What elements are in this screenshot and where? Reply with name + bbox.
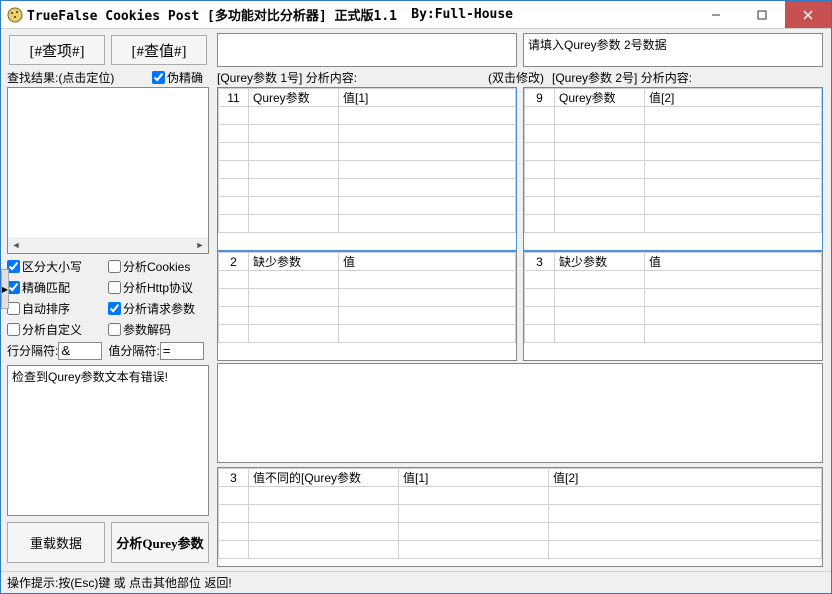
grid2-header: [Qurey参数 2号] 分析内容: [552,69,823,86]
lookup-key-button[interactable]: [#查项#] [9,35,105,65]
reqparam-checkbox[interactable] [108,302,121,315]
error-panel: 检查到Qurey参数文本有错误! 重载数据 分析Qurey参数 [5,363,211,567]
client-area: ▶ [#查项#] [#查值#] 查找结果:(点击定位) 伪精确 ◄ ► [1,29,831,571]
grid-4[interactable]: 3缺少参数值 [523,251,823,361]
window-author: By:Full-House [411,7,513,22]
reload-button[interactable]: 重载数据 [7,522,105,563]
result-label: 查找结果:(点击定位) [7,69,114,86]
val-sep-label: 值分隔符: [108,342,159,359]
app-icon [7,7,23,23]
grid-3[interactable]: 2缺少参数值 [217,251,517,361]
diff-lower-grid[interactable]: 3值不同的[Qurey参数值[1]值[2] [217,467,823,567]
grid1-header: [Qurey参数 1号] 分析内容: [217,69,488,86]
grid-1[interactable]: 11Qurey参数值[1] [217,87,517,251]
custom-checkbox[interactable] [7,323,20,336]
app-window: TrueFalse Cookies Post [多功能对比分析器] 正式版1.1… [0,0,832,594]
status-bar: 操作提示:按(Esc)键 或 点击其他部位 返回! [1,571,831,593]
maximize-button[interactable] [739,1,785,28]
grid-2[interactable]: 9Qurey参数值[2] [523,87,823,251]
result-list[interactable]: ◄ ► [7,87,209,254]
minimize-button[interactable] [693,1,739,28]
cookies-checkbox[interactable] [108,260,121,273]
options-panel: 区分大小写 分析Cookies 精确匹配 分析Http协议 自动排序 分析请求参… [5,254,211,361]
decode-checkbox[interactable] [108,323,121,336]
window-title: TrueFalse Cookies Post [多功能对比分析器] 正式版1.1 [27,5,397,24]
http-checkbox[interactable] [108,281,121,294]
input-1[interactable] [217,33,517,67]
close-button[interactable] [785,1,831,28]
diff-panel: 3值不同的[Qurey参数值[1]值[2] [217,363,823,567]
analyze-button[interactable]: 分析Qurey参数 [111,522,209,563]
status-text: 操作提示:按(Esc)键 或 点击其他部位 返回! [7,574,232,591]
titlebar[interactable]: TrueFalse Cookies Post [多功能对比分析器] 正式版1.1… [1,1,831,29]
scroll-right-icon[interactable]: ► [192,237,208,253]
diff-upper-grid[interactable] [217,363,823,463]
left-panel: [#查项#] [#查值#] 查找结果:(点击定位) 伪精确 ◄ ► [5,33,211,361]
row-sep-input[interactable] [58,342,102,360]
lookup-value-button[interactable]: [#查值#] [111,35,207,65]
val-sep-input[interactable] [160,342,204,360]
scroll-left-icon[interactable]: ◄ [8,237,24,253]
fake-exact-checkbox[interactable] [152,71,165,84]
expand-handle[interactable]: ▶ [1,269,9,309]
error-message: 检查到Qurey参数文本有错误! [7,365,209,516]
right-panel: 请填入Qurey参数 2号数据 [Qurey参数 1号] 分析内容: (双击修改… [217,33,823,361]
input-2[interactable]: 请填入Qurey参数 2号数据 [523,33,823,67]
scrollbar-horizontal[interactable]: ◄ ► [8,237,208,253]
grid-hint: (双击修改) [488,69,544,86]
row-sep-label: 行分隔符: [7,342,58,359]
